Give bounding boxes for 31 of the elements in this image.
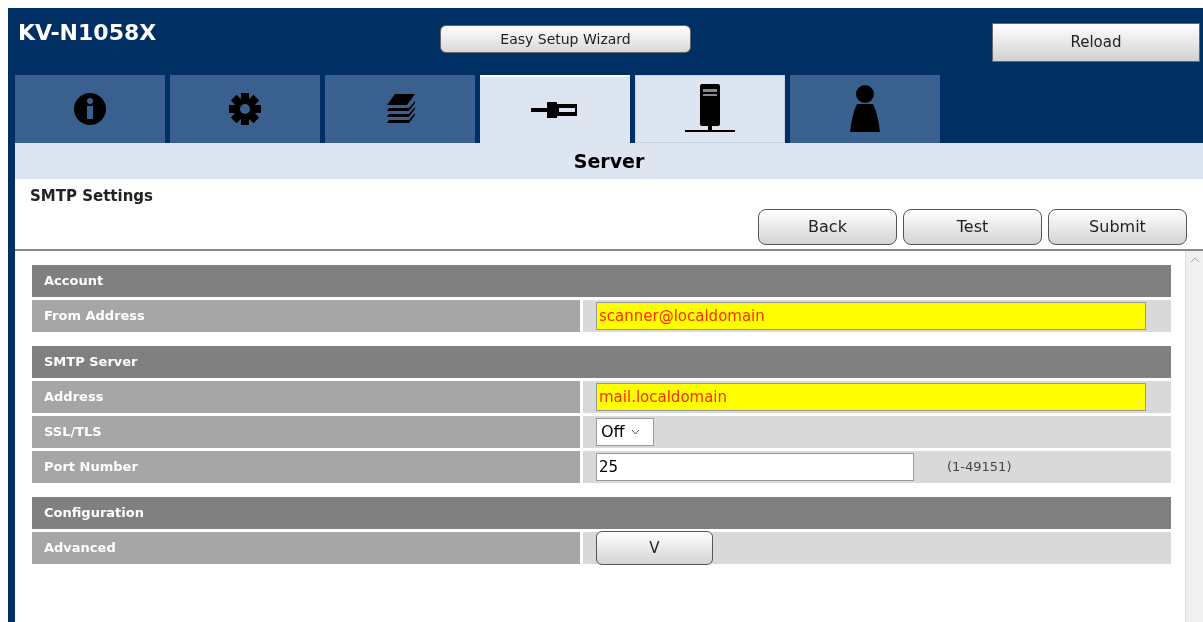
scrollbar[interactable] [1185, 251, 1203, 622]
person-icon [849, 84, 881, 134]
tab[interactable] [635, 75, 785, 143]
field-label: Port Number [32, 451, 580, 483]
plug-icon [531, 100, 579, 120]
range-hint: (1-49151) [947, 458, 1012, 477]
field-label: Advanced [32, 532, 580, 564]
tab[interactable] [480, 75, 630, 143]
field-label: From Address [32, 300, 580, 332]
device-title: KV-N1058X [17, 19, 157, 47]
wizard-button[interactable]: Easy Setup Wizard [440, 25, 691, 53]
input-field[interactable]: mail.localdomain [596, 383, 1146, 411]
action-button[interactable]: Submit [1048, 209, 1187, 245]
group-header: Configuration [32, 497, 1171, 529]
info-icon [73, 92, 107, 126]
section-title: SMTP Settings [30, 186, 153, 207]
scroll-up-icon[interactable] [1189, 257, 1200, 263]
chevron-down-icon [630, 429, 640, 435]
action-button[interactable]: Back [758, 209, 897, 245]
group-header: Account [32, 265, 1171, 297]
page-title: Server [573, 148, 645, 174]
action-button[interactable]: Test [903, 209, 1042, 245]
input-field[interactable]: 25 [596, 453, 914, 481]
reload-button[interactable]: Reload [992, 23, 1200, 62]
server-icon [685, 84, 735, 134]
group-header: SMTP Server [32, 346, 1171, 378]
expand-button[interactable]: V [596, 531, 713, 565]
field-label: SSL/TLS [32, 416, 580, 448]
dropdown[interactable]: Off [596, 418, 654, 446]
field-label: Address [32, 381, 580, 413]
input-field[interactable]: scanner@localdomain [596, 302, 1146, 330]
